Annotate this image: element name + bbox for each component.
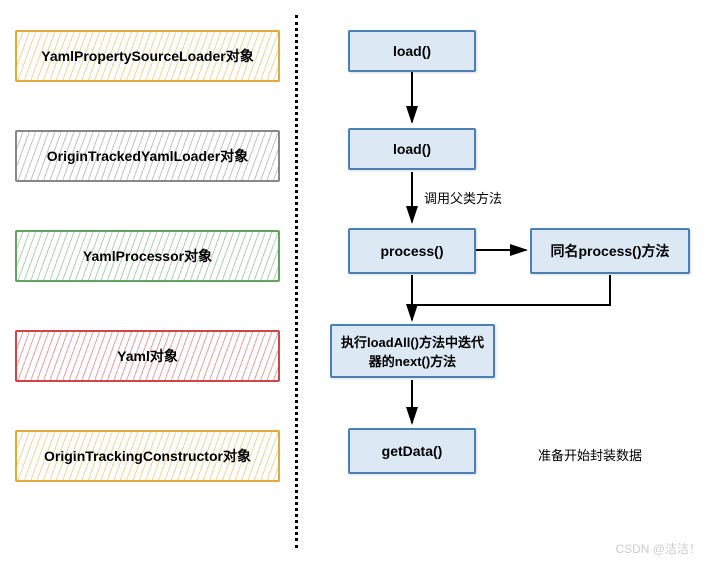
flow-arrows <box>298 0 711 563</box>
object-list: YamlPropertySourceLoader对象 OriginTracked… <box>0 0 295 563</box>
object-box-yaml-property-source-loader: YamlPropertySourceLoader对象 <box>15 30 280 82</box>
flow-label: 执行loadAll()方法中迭代器的next()方法 <box>340 332 485 370</box>
edge-label-call-parent: 调用父类方法 <box>424 188 502 207</box>
object-label: OriginTrackedYamlLoader对象 <box>47 146 249 166</box>
flow-label: getData() <box>382 443 443 459</box>
flow-label: load() <box>393 141 431 157</box>
object-box-yaml-processor: YamlProcessor对象 <box>15 230 280 282</box>
object-label: YamlPropertySourceLoader对象 <box>41 46 253 66</box>
object-box-yaml: Yaml对象 <box>15 330 280 382</box>
flow-node-process-samename: 同名process()方法 <box>530 228 690 274</box>
flow-node-process: process() <box>348 228 476 274</box>
object-box-origin-tracking-constructor: OriginTrackingConstructor对象 <box>15 430 280 482</box>
flow-label: process() <box>380 243 443 259</box>
flowchart-area: load() load() process() 同名process()方法 执行… <box>298 0 711 563</box>
object-label: OriginTrackingConstructor对象 <box>44 446 251 466</box>
edge-label-prepare-wrap: 准备开始封装数据 <box>538 445 642 464</box>
flow-node-getdata: getData() <box>348 428 476 474</box>
object-box-origin-tracked-yaml-loader: OriginTrackedYamlLoader对象 <box>15 130 280 182</box>
object-label: YamlProcessor对象 <box>83 246 212 266</box>
flow-label: 同名process()方法 <box>550 241 669 261</box>
flow-node-loadall-next: 执行loadAll()方法中迭代器的next()方法 <box>330 324 495 378</box>
flow-node-load-1: load() <box>348 30 476 72</box>
watermark: CSDN @洁洁！ <box>615 540 701 557</box>
flow-node-load-2: load() <box>348 128 476 170</box>
object-label: Yaml对象 <box>117 346 178 366</box>
flow-label: load() <box>393 43 431 59</box>
